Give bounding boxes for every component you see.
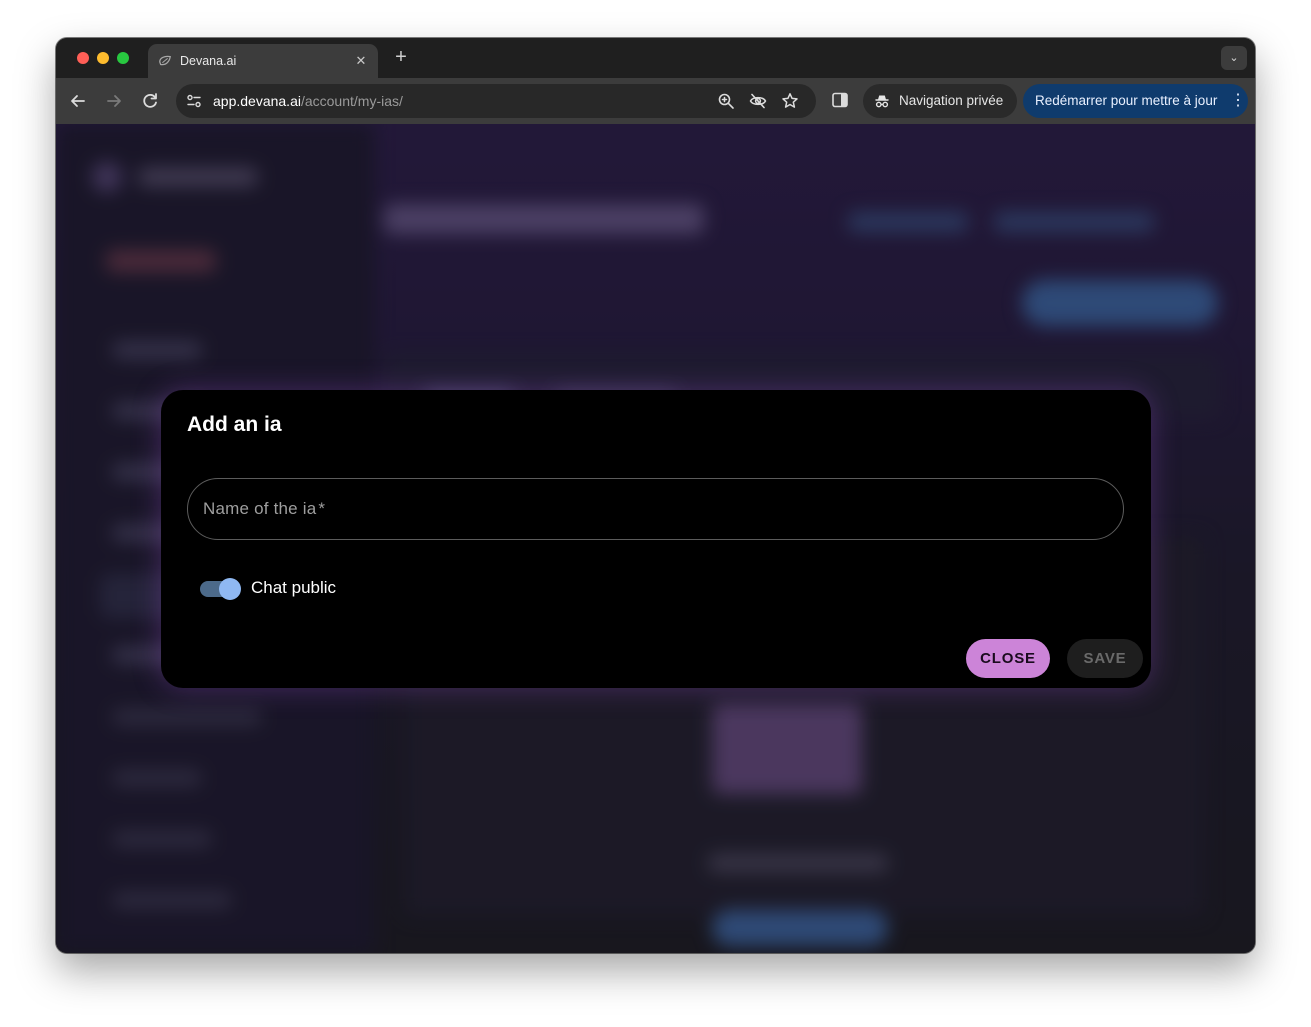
reload-icon[interactable]: [139, 90, 161, 112]
site-settings-icon[interactable]: [186, 93, 202, 109]
browser-window: Devana.ai ✕ + ⌄ app.devana.ai/account/my…: [56, 38, 1255, 953]
eye-off-icon[interactable]: [749, 92, 767, 110]
dialog-title: Add an ia: [187, 413, 282, 436]
more-menu-icon[interactable]: ⋮: [1230, 91, 1246, 111]
incognito-label: Navigation privée: [899, 93, 1004, 108]
minimize-window-button[interactable]: [97, 52, 109, 64]
url-path: /account/my-ias/: [300, 93, 403, 109]
ia-name-label-text: Name of the ia: [203, 499, 317, 518]
address-bar[interactable]: app.devana.ai/account/my-ias/: [176, 84, 816, 118]
update-label: Redémarrer pour mettre à jour: [1035, 93, 1218, 108]
chat-public-label[interactable]: Chat public: [251, 578, 336, 598]
tab-search-button[interactable]: ⌄: [1221, 46, 1247, 70]
chat-public-toggle[interactable]: [200, 577, 242, 601]
side-panel-icon[interactable]: [831, 91, 849, 109]
tab-strip: Devana.ai ✕ + ⌄: [56, 38, 1255, 78]
new-tab-button[interactable]: +: [390, 47, 412, 69]
update-button[interactable]: Redémarrer pour mettre à jour ⋮: [1023, 84, 1248, 118]
ia-name-field[interactable]: Name of the ia *: [187, 478, 1124, 540]
url-host: app.devana.ai: [213, 93, 301, 109]
add-ia-dialog: Add an ia Name of the ia * Chat public CL…: [161, 390, 1151, 688]
forward-icon[interactable]: [103, 90, 125, 112]
ia-name-label: Name of the ia *: [203, 499, 325, 519]
close-button[interactable]: CLOSE: [966, 639, 1050, 678]
devana-favicon-icon: [159, 55, 171, 66]
tab-close-icon[interactable]: ✕: [352, 52, 370, 70]
toggle-thumb: [219, 578, 241, 600]
required-mark: *: [318, 499, 326, 518]
url-text[interactable]: app.devana.ai/account/my-ias/: [213, 93, 403, 109]
browser-tab[interactable]: Devana.ai ✕: [148, 44, 378, 78]
maximize-window-button[interactable]: [117, 52, 129, 64]
tab-title: Devana.ai: [180, 54, 237, 68]
zoom-icon[interactable]: [717, 92, 735, 110]
close-window-button[interactable]: [77, 52, 89, 64]
page-content: Add an ia Name of the ia * Chat public CL…: [56, 124, 1255, 953]
incognito-indicator[interactable]: Navigation privée: [863, 84, 1017, 118]
save-button[interactable]: SAVE: [1067, 639, 1143, 678]
back-icon[interactable]: [67, 90, 89, 112]
browser-toolbar: app.devana.ai/account/my-ias/ Navigation…: [56, 78, 1255, 124]
incognito-icon: [875, 95, 889, 108]
star-icon[interactable]: [781, 92, 799, 110]
